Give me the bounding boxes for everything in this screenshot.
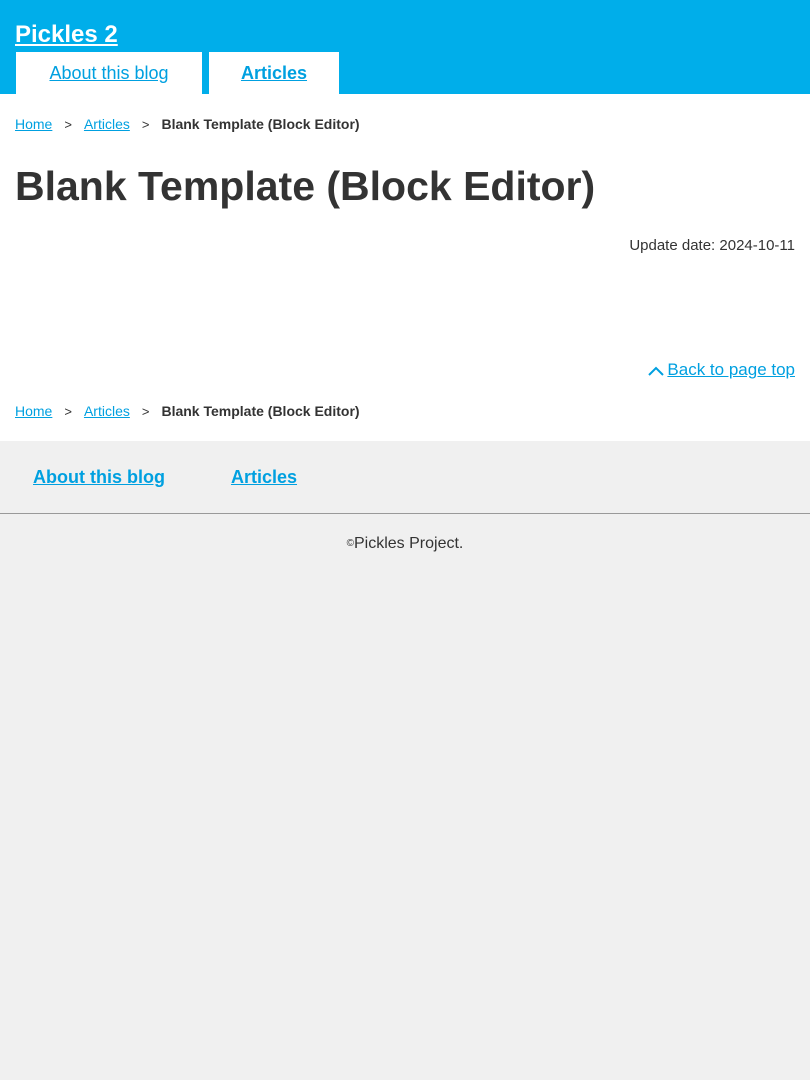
site-footer: About this blog Articles ©Pickles Projec… (0, 441, 810, 553)
footer-nav-articles[interactable]: Articles (231, 467, 297, 488)
main-content: Home > Articles > Blank Template (Block … (0, 94, 810, 441)
chevron-up-icon (647, 363, 665, 377)
breadcrumb-current: Blank Template (Block Editor) (161, 403, 360, 419)
page-title: Blank Template (Block Editor) (15, 163, 596, 209)
breadcrumb-top: Home > Articles > Blank Template (Block … (15, 116, 360, 132)
footer-nav-about[interactable]: About this blog (33, 467, 165, 488)
breadcrumb-bottom: Home > Articles > Blank Template (Block … (15, 403, 360, 419)
copyright-mark: © (346, 538, 354, 549)
update-date: Update date: 2024-10-11 (629, 237, 795, 254)
nav-item-about[interactable]: About this blog (16, 52, 202, 94)
nav-item-articles[interactable]: Articles (209, 52, 339, 94)
global-nav: About this blog Articles (16, 52, 339, 94)
back-to-top-label: Back to page top (667, 360, 795, 379)
breadcrumb-separator: > (64, 403, 72, 419)
breadcrumb-separator: > (141, 116, 150, 132)
breadcrumb-home-link[interactable]: Home (15, 403, 52, 419)
breadcrumb-separator: > (64, 116, 72, 132)
breadcrumb-separator: > (141, 403, 150, 419)
site-header: Pickles 2 About this blog Articles (0, 0, 810, 94)
breadcrumb-articles-link[interactable]: Articles (84, 116, 130, 132)
copyright: ©Pickles Project. (0, 535, 810, 553)
footer-nav: About this blog Articles (0, 441, 810, 514)
breadcrumb-home-link[interactable]: Home (15, 116, 52, 132)
site-title-link[interactable]: Pickles 2 (15, 20, 118, 50)
breadcrumb-articles-link[interactable]: Articles (84, 403, 130, 419)
breadcrumb-current: Blank Template (Block Editor) (161, 116, 360, 132)
back-to-top-link[interactable]: Back to page top (647, 360, 795, 380)
copyright-text: Pickles Project. (354, 535, 464, 552)
